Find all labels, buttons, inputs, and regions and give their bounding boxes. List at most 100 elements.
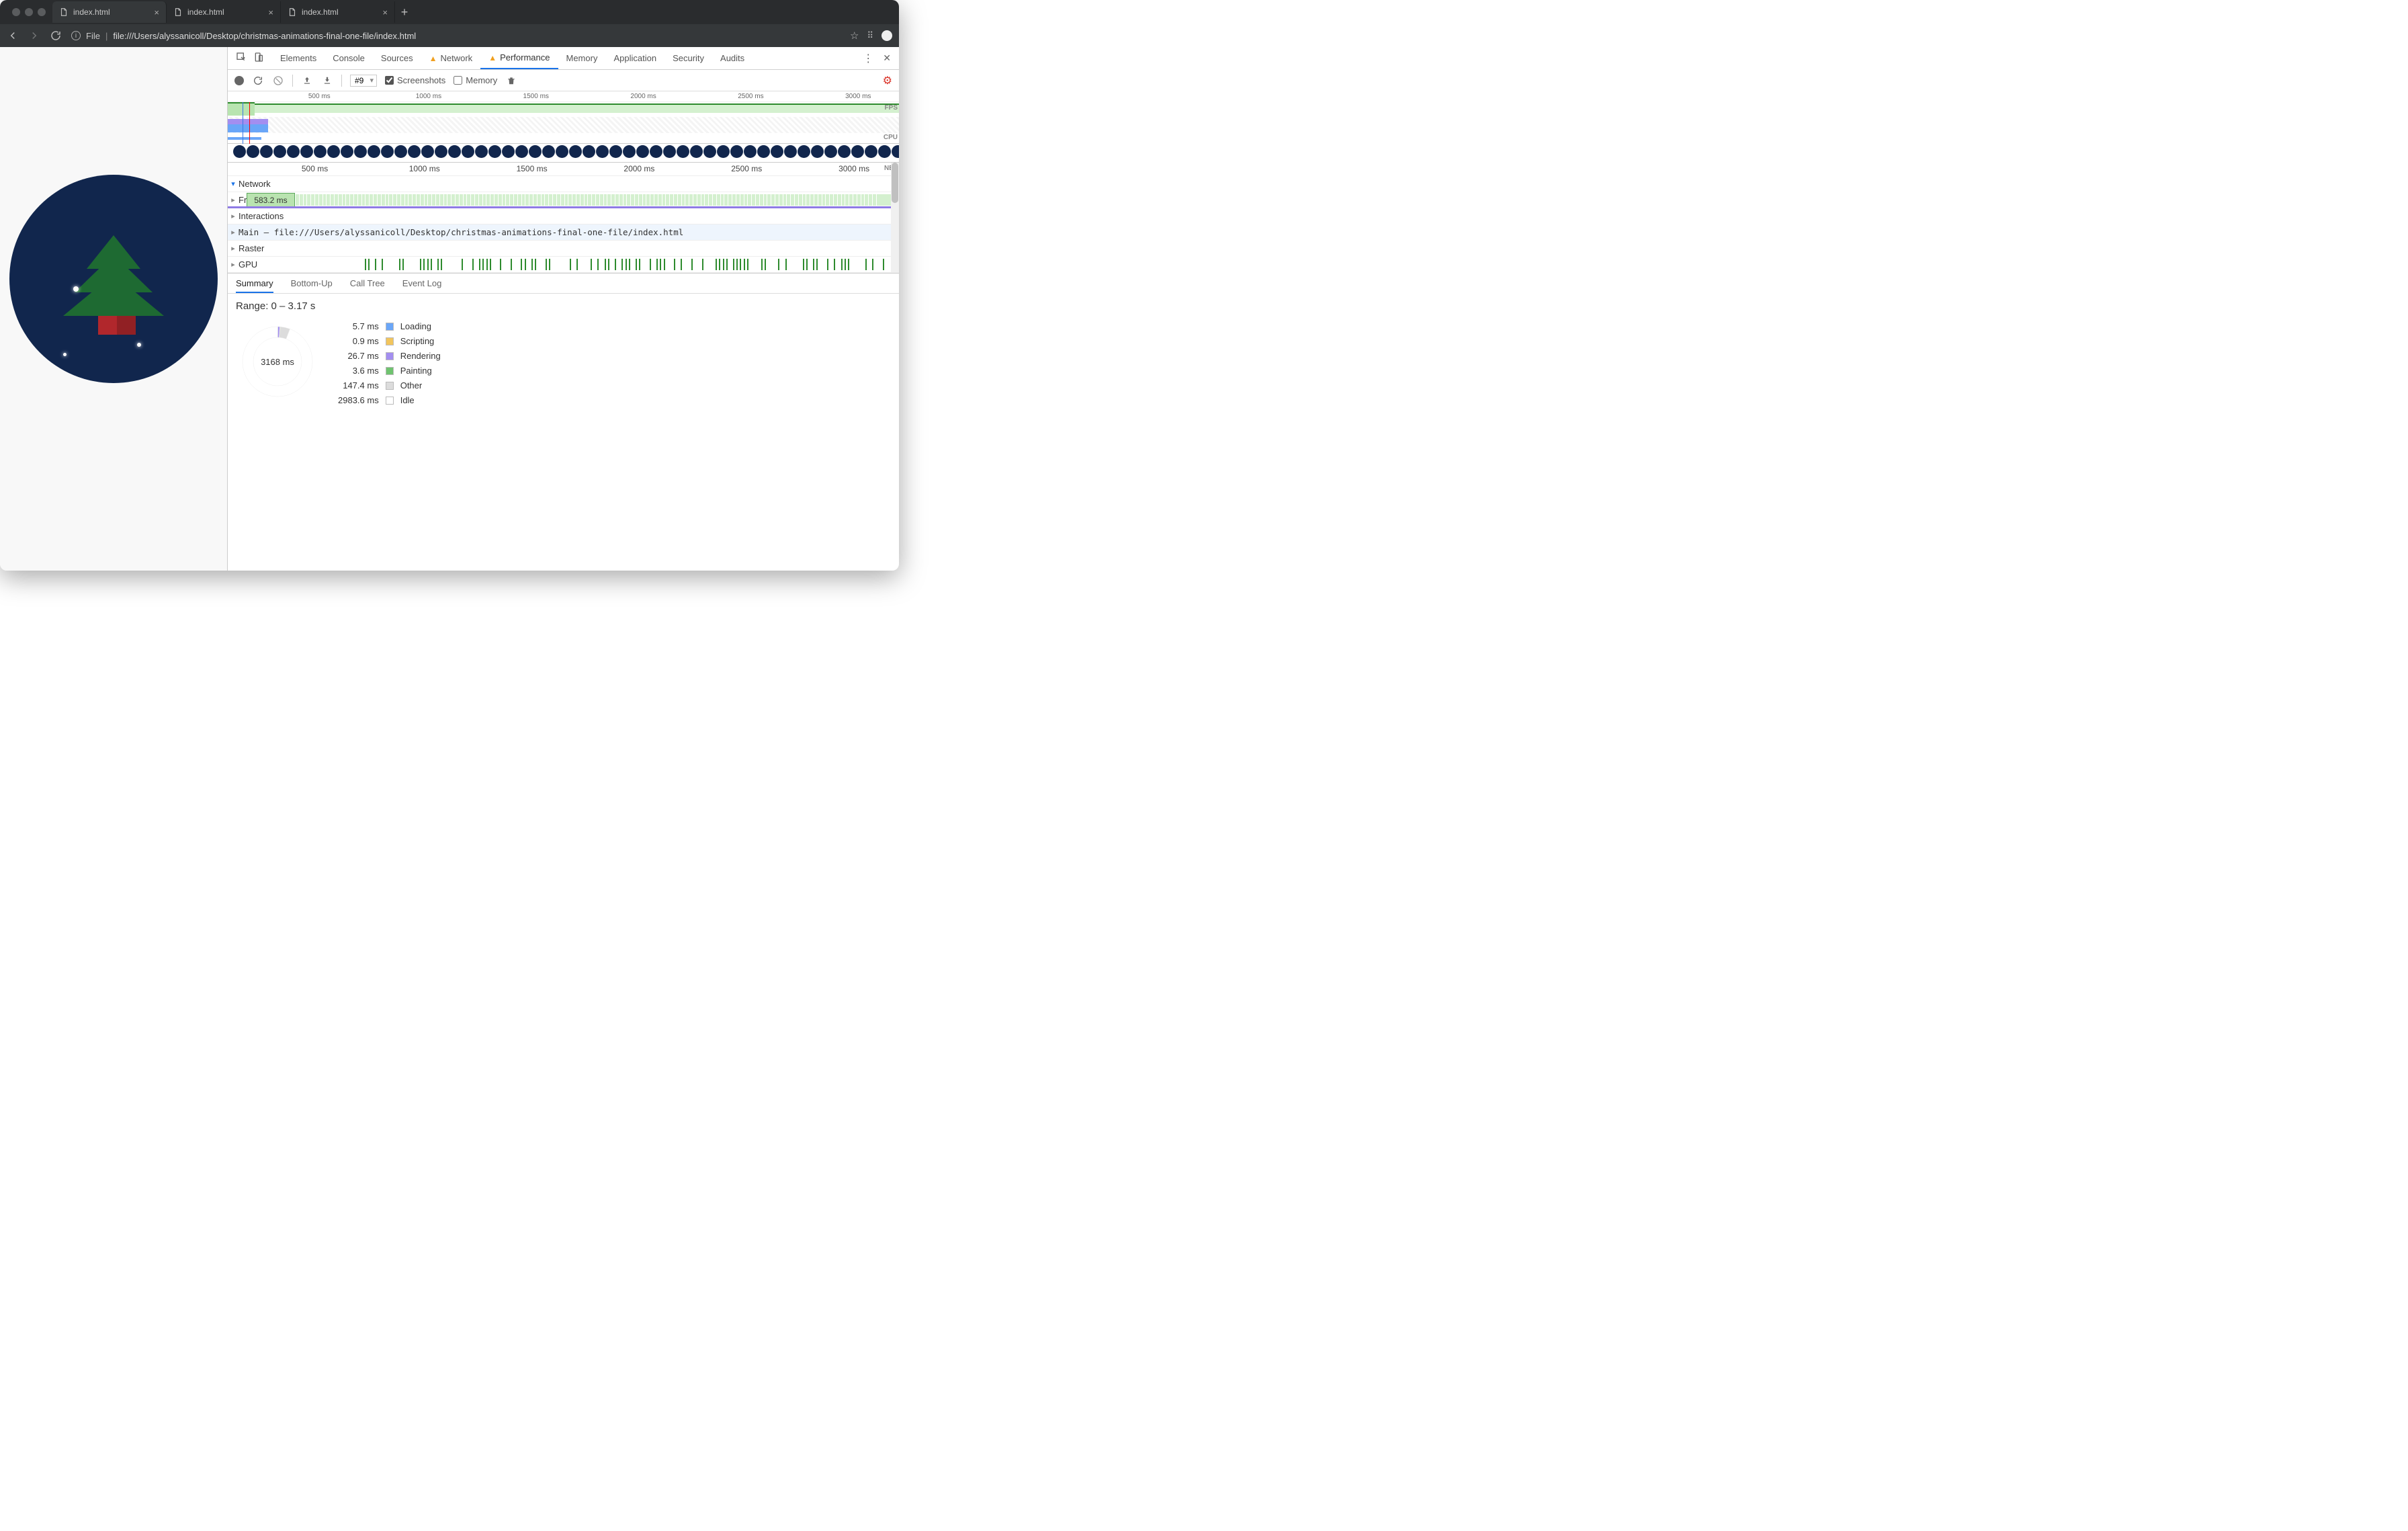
close-tab-icon[interactable]: × <box>154 7 159 17</box>
minimize-window-dot[interactable] <box>25 8 33 16</box>
profile-avatar[interactable] <box>882 30 892 41</box>
screenshot-thumb[interactable] <box>394 145 407 158</box>
reload-icon[interactable] <box>50 30 62 42</box>
recording-select[interactable]: #9 <box>350 75 377 87</box>
screenshot-thumb[interactable] <box>878 145 891 158</box>
timeline-main-row[interactable]: Main — file:///Users/alyssanicoll/Deskto… <box>228 224 899 241</box>
screenshot-strip[interactable] <box>228 144 899 163</box>
screenshot-thumb[interactable] <box>703 145 716 158</box>
screenshot-thumb[interactable] <box>623 145 636 158</box>
screenshot-thumb[interactable] <box>515 145 528 158</box>
screenshot-thumb[interactable] <box>368 145 380 158</box>
screenshot-thumb[interactable] <box>327 145 340 158</box>
screenshot-thumb[interactable] <box>690 145 703 158</box>
screenshot-thumb[interactable] <box>757 145 770 158</box>
star-icon[interactable]: ☆ <box>850 30 859 42</box>
extensions-icon[interactable]: ⠿ <box>867 30 873 41</box>
reload-record-button[interactable] <box>252 75 264 87</box>
screenshot-thumb[interactable] <box>851 145 864 158</box>
inspect-element-icon[interactable] <box>236 52 247 65</box>
memory-checkbox[interactable]: Memory <box>454 75 497 85</box>
screenshot-thumb[interactable] <box>300 145 313 158</box>
timeline-frames-row[interactable]: Frames 583.2 ms <box>228 192 899 208</box>
screenshot-thumb[interactable] <box>650 145 662 158</box>
devtools-tab-elements[interactable]: Elements <box>272 47 325 69</box>
screenshot-thumb[interactable] <box>341 145 353 158</box>
browser-tab[interactable]: index.html× <box>167 1 281 23</box>
timeline-scrollbar[interactable] <box>891 163 899 273</box>
devtools-tab-sources[interactable]: Sources <box>373 47 421 69</box>
close-window-dot[interactable] <box>12 8 20 16</box>
load-profile-icon[interactable] <box>301 75 313 87</box>
screenshot-thumb[interactable] <box>798 145 810 158</box>
timeline-gpu-row[interactable]: GPU <box>228 257 899 273</box>
flamegraph-area[interactable]: 500 ms 1000 ms 1500 ms 2000 ms 2500 ms 3… <box>228 163 899 274</box>
screenshot-thumb[interactable] <box>287 145 300 158</box>
screenshot-thumb[interactable] <box>824 145 837 158</box>
browser-tab[interactable]: index.html× <box>281 1 395 23</box>
screenshot-thumb[interactable] <box>771 145 783 158</box>
devtools-tab-network[interactable]: ▲Network <box>421 47 481 69</box>
close-tab-icon[interactable]: × <box>268 7 273 17</box>
screenshot-thumb[interactable] <box>435 145 447 158</box>
screenshot-thumb[interactable] <box>583 145 595 158</box>
screenshot-thumb[interactable] <box>314 145 327 158</box>
devtools-close-icon[interactable]: ✕ <box>883 52 891 64</box>
screenshot-thumb[interactable] <box>354 145 367 158</box>
screenshot-thumb[interactable] <box>421 145 434 158</box>
new-tab-button[interactable]: + <box>395 5 414 19</box>
screenshot-thumb[interactable] <box>663 145 676 158</box>
detail-tab-summary[interactable]: Summary <box>236 278 273 293</box>
screenshot-thumb[interactable] <box>744 145 757 158</box>
screenshot-thumb[interactable] <box>475 145 488 158</box>
screenshot-thumb[interactable] <box>502 145 515 158</box>
zoom-window-dot[interactable] <box>38 8 46 16</box>
screenshot-thumb[interactable] <box>609 145 622 158</box>
screenshot-thumb[interactable] <box>381 145 394 158</box>
back-icon[interactable] <box>7 30 19 42</box>
screenshot-thumb[interactable] <box>408 145 421 158</box>
browser-tab[interactable]: index.html× <box>52 1 167 23</box>
device-toolbar-icon[interactable] <box>253 52 264 65</box>
screenshot-thumb[interactable] <box>529 145 542 158</box>
timeline-network-row[interactable]: Network <box>228 176 899 192</box>
forward-icon[interactable] <box>28 30 40 42</box>
timeline-raster-row[interactable]: Raster <box>228 241 899 257</box>
screenshot-thumb[interactable] <box>462 145 474 158</box>
screenshot-thumb[interactable] <box>247 145 259 158</box>
clear-button[interactable] <box>272 75 284 87</box>
screenshot-thumb[interactable] <box>636 145 649 158</box>
screenshot-thumb[interactable] <box>838 145 851 158</box>
screenshot-thumb[interactable] <box>488 145 501 158</box>
screenshot-thumb[interactable] <box>260 145 273 158</box>
screenshot-thumb[interactable] <box>811 145 824 158</box>
screenshot-thumb[interactable] <box>273 145 286 158</box>
screenshot-thumb[interactable] <box>556 145 568 158</box>
overview-strip[interactable]: 500 ms 1000 ms 1500 ms 2000 ms 2500 ms 3… <box>228 91 899 144</box>
devtools-tab-security[interactable]: Security <box>664 47 712 69</box>
devtools-tab-performance[interactable]: ▲Performance <box>480 47 558 69</box>
screenshot-thumb[interactable] <box>784 145 797 158</box>
screenshot-thumb[interactable] <box>865 145 877 158</box>
url-field[interactable]: i File | file:///Users/alyssanicoll/Desk… <box>71 31 841 41</box>
screenshot-thumb[interactable] <box>730 145 743 158</box>
devtools-tab-audits[interactable]: Audits <box>712 47 752 69</box>
screenshot-thumb[interactable] <box>233 145 246 158</box>
detail-tab-event-log[interactable]: Event Log <box>402 278 442 288</box>
screenshot-thumb[interactable] <box>569 145 582 158</box>
devtools-menu-icon[interactable]: ⋮ <box>863 52 873 65</box>
save-profile-icon[interactable] <box>321 75 333 87</box>
garbage-collect-icon[interactable] <box>505 75 517 87</box>
devtools-tab-memory[interactable]: Memory <box>558 47 606 69</box>
selected-frame[interactable]: 583.2 ms <box>247 193 295 207</box>
screenshot-thumb[interactable] <box>596 145 609 158</box>
timeline-interactions-row[interactable]: Interactions <box>228 208 899 224</box>
detail-tab-call-tree[interactable]: Call Tree <box>350 278 385 288</box>
devtools-tab-console[interactable]: Console <box>325 47 373 69</box>
close-tab-icon[interactable]: × <box>382 7 388 17</box>
settings-gear-icon[interactable]: ⚙ <box>883 74 892 87</box>
screenshot-thumb[interactable] <box>717 145 730 158</box>
record-button[interactable] <box>234 76 244 85</box>
screenshots-checkbox[interactable]: Screenshots <box>385 75 445 85</box>
window-controls[interactable] <box>5 8 52 16</box>
